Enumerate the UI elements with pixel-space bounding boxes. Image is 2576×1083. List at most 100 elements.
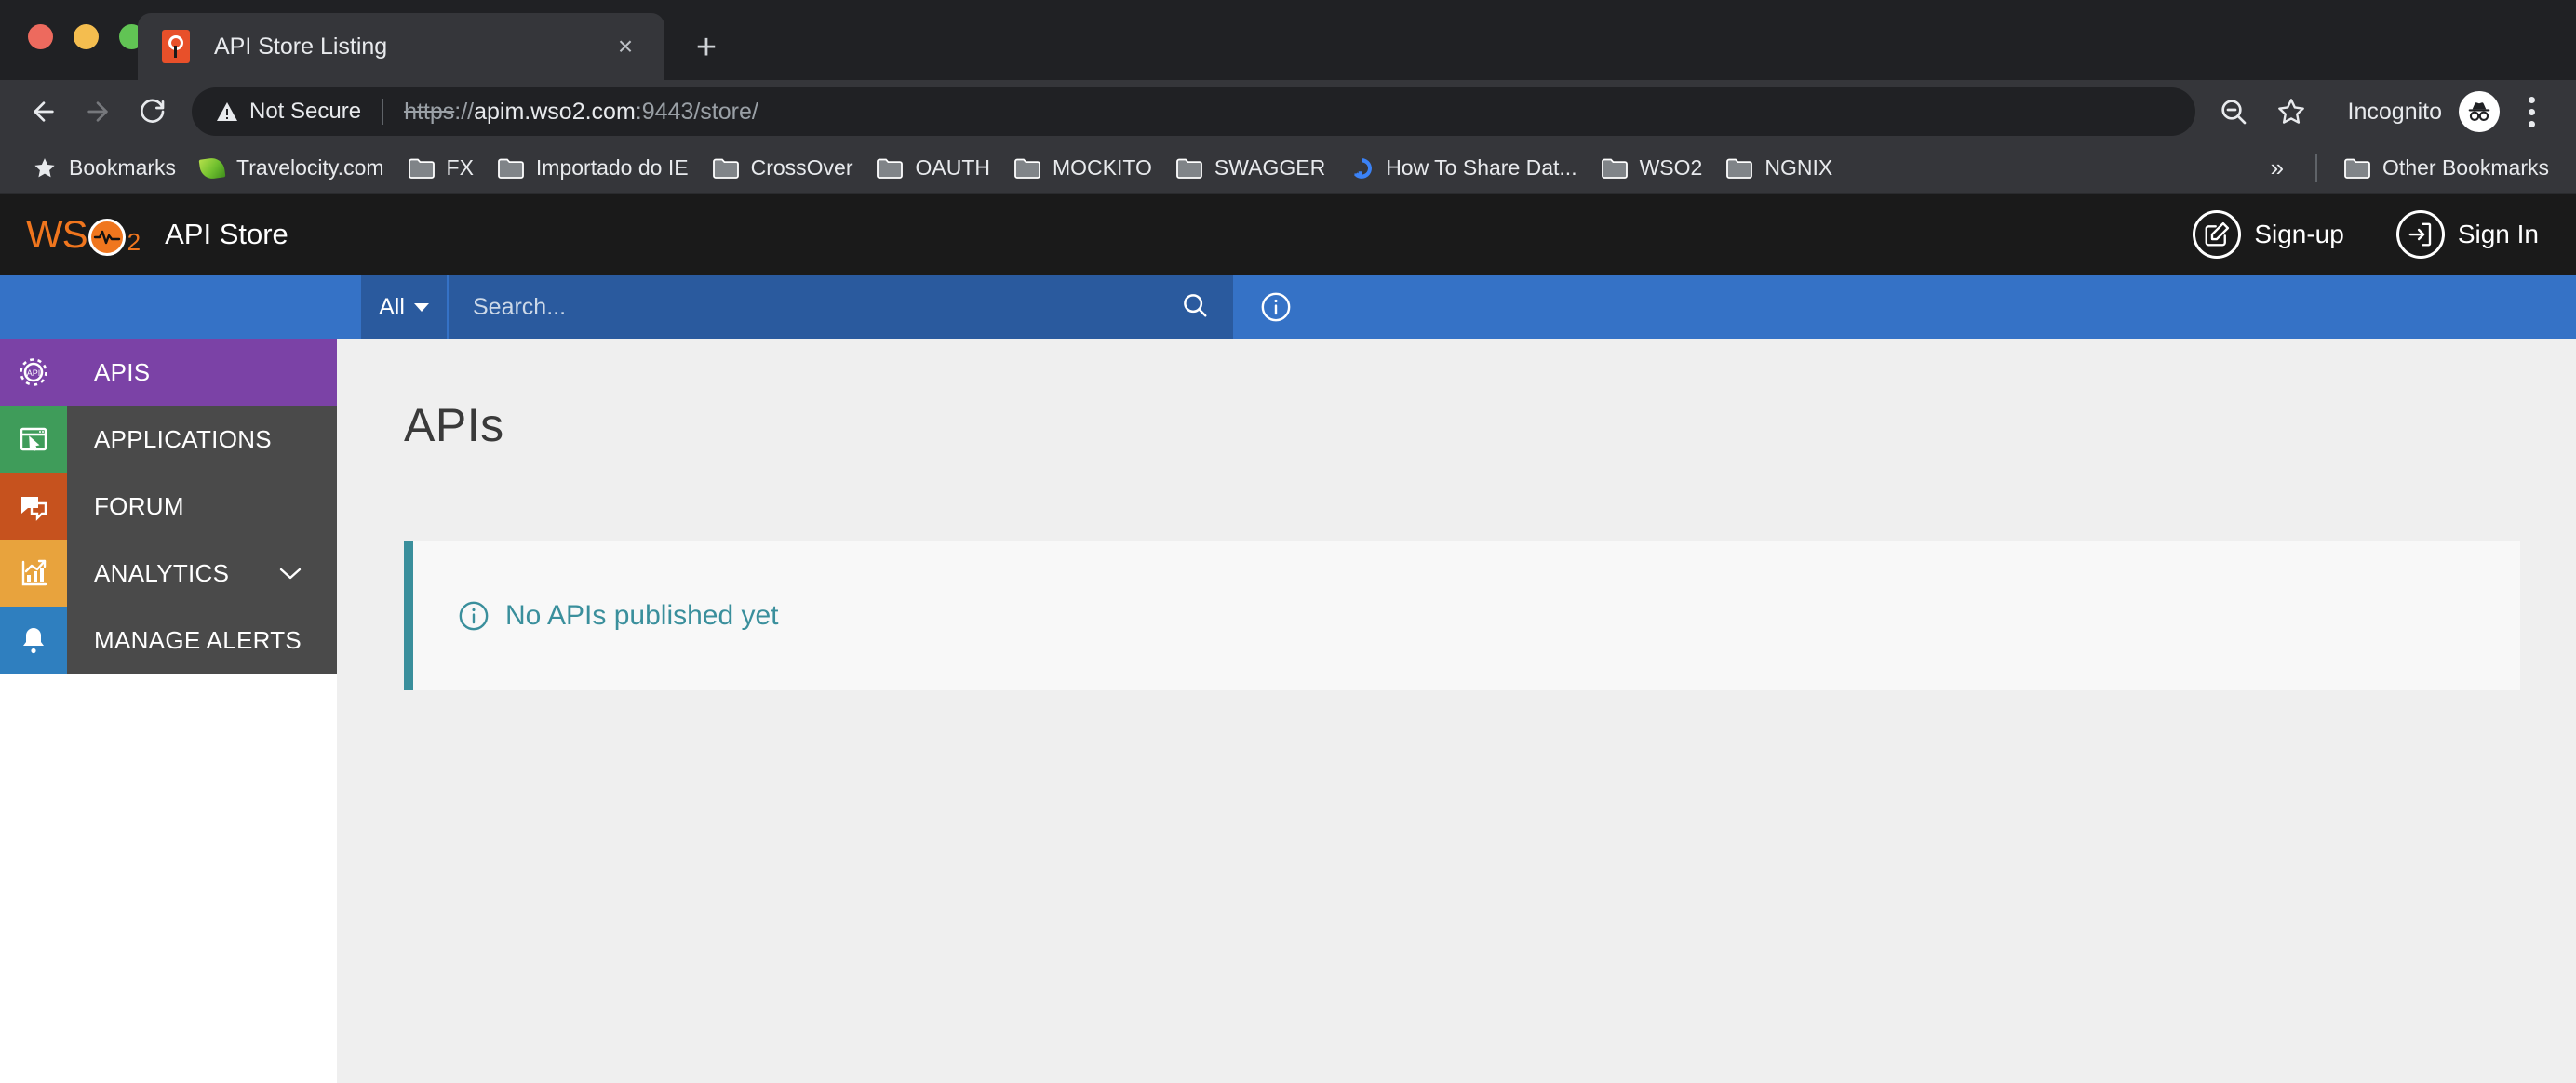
sidebar-item-forum[interactable]: FORUM xyxy=(0,473,337,540)
browser-tab[interactable]: API Store Listing × xyxy=(138,13,664,80)
bookmark-folder-wso2[interactable]: WSO2 xyxy=(1590,149,1715,188)
bookmark-folder-crossover[interactable]: CrossOver xyxy=(701,149,865,188)
close-window-button[interactable] xyxy=(28,24,53,49)
bell-icon xyxy=(0,607,67,674)
bookmark-label: SWAGGER xyxy=(1214,155,1325,180)
search-input[interactable]: Search... xyxy=(449,275,1233,339)
address-bar[interactable]: Not Secure https://apim.wso2.com:9443/st… xyxy=(192,87,2195,136)
main-content: APIs No APIs published yet xyxy=(337,339,2576,1083)
url-text: https://apim.wso2.com:9443/store/ xyxy=(404,99,758,126)
leaf-icon xyxy=(199,156,226,180)
search-scope-dropdown[interactable]: All xyxy=(361,275,449,339)
url-scheme-separator: :// xyxy=(454,99,474,125)
bookmark-item-travelocity[interactable]: Travelocity.com xyxy=(188,149,396,188)
folder-icon xyxy=(2344,158,2370,179)
info-circle-icon xyxy=(458,600,490,632)
bookmarks-divider xyxy=(2315,154,2317,182)
search-bar-row: All Search... xyxy=(0,275,2576,339)
bookmark-label: CrossOver xyxy=(751,155,853,180)
blue-circle-icon xyxy=(1349,156,1374,180)
sidebar-filler xyxy=(0,674,337,1083)
sidebar-item-apis[interactable]: API APIS xyxy=(0,339,337,406)
bookmark-item-how-to-share-data[interactable]: How To Share Dat... xyxy=(1337,149,1589,188)
chat-bubbles-icon xyxy=(0,473,67,540)
folder-icon xyxy=(713,158,739,179)
search-info-button[interactable] xyxy=(1233,275,1319,339)
forward-icon[interactable] xyxy=(71,85,125,139)
bookmark-item-bookmarks[interactable]: Bookmarks xyxy=(20,149,188,188)
omnibox-divider xyxy=(382,99,383,125)
chevron-down-icon[interactable] xyxy=(277,559,303,588)
search-row-right-pad xyxy=(1319,275,2576,339)
new-tab-button[interactable]: + xyxy=(685,30,728,65)
sign-up-label: Sign-up xyxy=(2254,220,2344,249)
search-placeholder: Search... xyxy=(473,294,1181,321)
tab-title: API Store Listing xyxy=(214,33,607,60)
not-secure-warning-icon xyxy=(216,101,238,122)
other-bookmarks-label: Other Bookmarks xyxy=(2382,155,2549,180)
reload-icon[interactable] xyxy=(125,85,179,139)
bookmark-label: How To Share Dat... xyxy=(1386,155,1576,180)
close-tab-icon[interactable]: × xyxy=(607,33,644,60)
sign-in-button[interactable]: Sign In xyxy=(2396,210,2539,259)
logo-pulse-icon xyxy=(88,219,126,256)
bookmark-star-icon[interactable] xyxy=(2262,86,2320,138)
sidebar-item-analytics[interactable]: ANALYTICS xyxy=(0,540,337,607)
page-title: APIs xyxy=(404,339,2520,452)
bookmark-label: Importado do IE xyxy=(536,155,689,180)
bookmark-folder-ngnix[interactable]: NGNIX xyxy=(1714,149,1845,188)
folder-icon xyxy=(877,158,903,179)
sign-up-button[interactable]: Sign-up xyxy=(2193,210,2344,259)
svg-text:API: API xyxy=(27,368,41,378)
bookmark-folder-fx[interactable]: FX xyxy=(396,149,486,188)
bookmark-folder-importado-do-ie[interactable]: Importado do IE xyxy=(486,149,701,188)
zoom-out-icon[interactable] xyxy=(2205,86,2262,138)
sidebar: API APIS APPLI xyxy=(0,339,337,1083)
bookmark-label: OAUTH xyxy=(915,155,990,180)
bookmark-label: MOCKITO xyxy=(1053,155,1152,180)
sidebar-item-manage-alerts[interactable]: MANAGE ALERTS xyxy=(0,607,337,674)
bookmarks-overflow-button[interactable]: » xyxy=(2254,154,2301,182)
three-dot-menu-icon[interactable] xyxy=(2507,86,2556,138)
minimize-window-button[interactable] xyxy=(74,24,99,49)
browser-toolbar: Not Secure https://apim.wso2.com:9443/st… xyxy=(0,80,2576,143)
tab-strip: API Store Listing × + xyxy=(0,0,2576,80)
security-status-label: Not Secure xyxy=(249,99,361,125)
search-icon[interactable] xyxy=(1181,291,1209,324)
other-bookmarks-folder[interactable]: Other Bookmarks xyxy=(2332,149,2561,188)
bookmark-label: WSO2 xyxy=(1640,155,1703,180)
page-viewport: WS 2 API Store Sign-up xyxy=(0,194,2576,1083)
incognito-label: Incognito xyxy=(2348,99,2442,126)
folder-icon xyxy=(1602,158,1628,179)
bookmark-folder-swagger[interactable]: SWAGGER xyxy=(1164,149,1337,188)
sidebar-label: MANAGE ALERTS xyxy=(94,626,337,655)
bookmarks-bar: Bookmarks Travelocity.com FX Importado d… xyxy=(0,143,2576,194)
back-icon[interactable] xyxy=(17,85,71,139)
folder-icon xyxy=(1176,158,1202,179)
url-path: :9443/store/ xyxy=(636,99,758,125)
logo-subscript: 2 xyxy=(127,230,141,254)
wso2-favicon-icon xyxy=(162,30,190,63)
sign-in-label: Sign In xyxy=(2458,220,2539,249)
sidebar-item-applications[interactable]: APPLICATIONS xyxy=(0,406,337,473)
bookmark-label: Bookmarks xyxy=(69,155,176,180)
browser-window: API Store Listing × + Not Secure https:/… xyxy=(0,0,2576,1083)
wso2-logo[interactable]: WS 2 xyxy=(26,215,141,254)
info-circle-icon xyxy=(1260,291,1292,323)
sidebar-label: APPLICATIONS xyxy=(94,425,337,454)
bar-chart-icon xyxy=(0,540,67,607)
search-row-left-pad xyxy=(0,275,361,339)
empty-state-alert: No APIs published yet xyxy=(404,542,2520,690)
bookmark-folder-oauth[interactable]: OAUTH xyxy=(865,149,1002,188)
folder-icon xyxy=(409,158,435,179)
login-arrow-icon xyxy=(2396,210,2445,259)
page-body: API APIS APPLI xyxy=(0,339,2576,1083)
incognito-indicator[interactable]: Incognito xyxy=(2348,91,2500,132)
bookmark-label: NGNIX xyxy=(1764,155,1832,180)
edit-pencil-icon xyxy=(2193,210,2241,259)
sidebar-label: APIS xyxy=(94,358,337,387)
chevron-down-icon xyxy=(414,303,429,312)
incognito-avatar-icon xyxy=(2459,91,2500,132)
logo-text: WS xyxy=(26,215,87,254)
bookmark-folder-mockito[interactable]: MOCKITO xyxy=(1002,149,1164,188)
